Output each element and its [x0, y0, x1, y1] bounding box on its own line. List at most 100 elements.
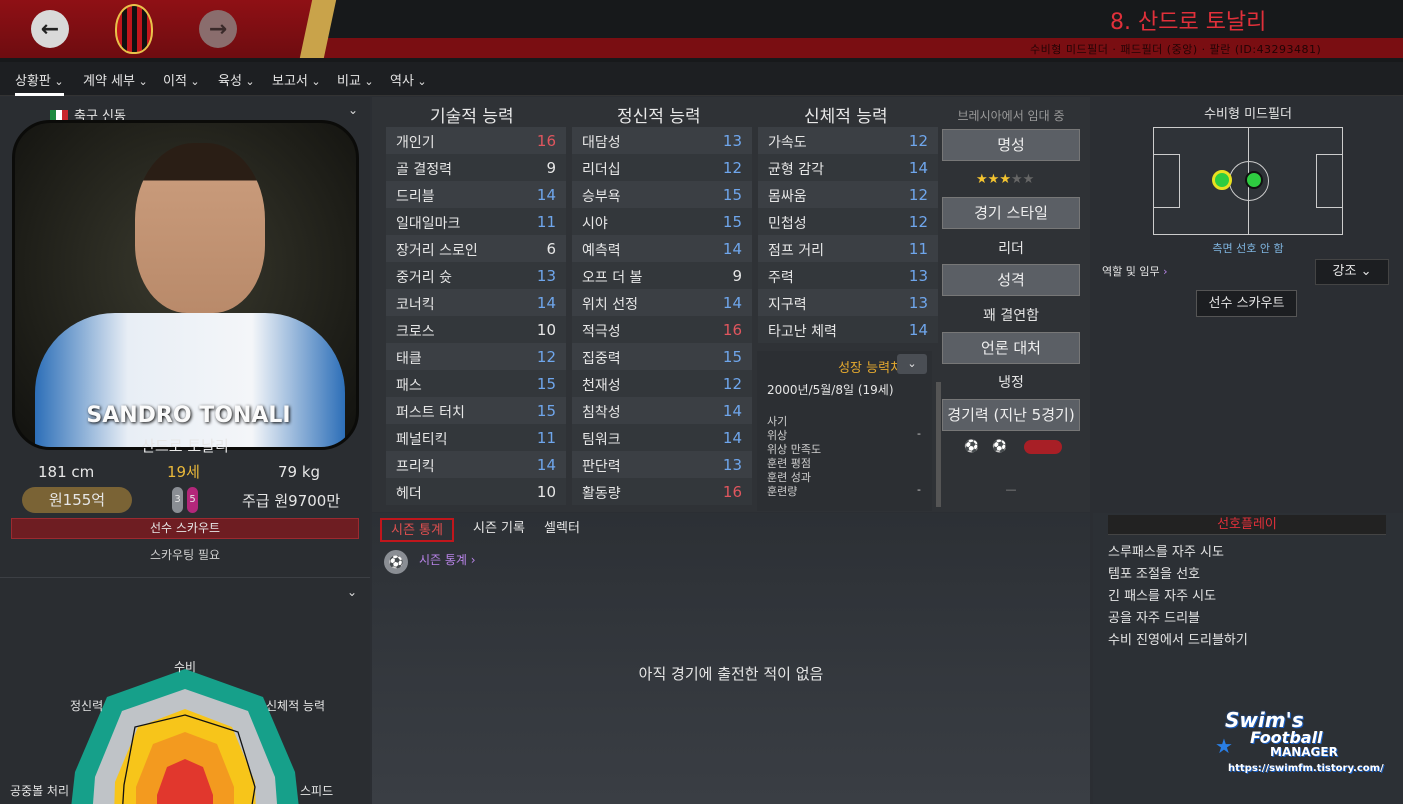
attribute-value: 15	[722, 186, 742, 204]
weight-value: 79 kg	[278, 463, 321, 481]
attribute-row[interactable]: 타고난 체력 14	[758, 316, 938, 343]
attribute-row[interactable]: 크로스 10	[386, 316, 566, 343]
attribute-row[interactable]: 승부욕 15	[572, 181, 752, 208]
star-icon: ★	[1010, 172, 1023, 187]
attribute-value: 12	[722, 375, 742, 393]
attribute-name: 주력	[768, 270, 794, 286]
attribute-row[interactable]: 점프 거리 11	[758, 235, 938, 262]
menu-item-reports[interactable]: 보고서	[272, 70, 321, 89]
attribute-value: 15	[536, 375, 556, 393]
attribute-name: 개인기	[396, 135, 435, 151]
chevron-down-icon[interactable]: ⌄	[348, 103, 358, 117]
card-name: SANDRO TONALI	[86, 403, 291, 428]
attribute-name: 대담성	[582, 135, 621, 151]
attribute-row[interactable]: 태클 12	[386, 343, 566, 370]
form-button[interactable]: 경기력 (지난 5경기)	[942, 399, 1080, 431]
media-handling-value: 냉정	[998, 375, 1024, 391]
position-title: 수비형 미드필더	[1204, 107, 1292, 122]
personality-button[interactable]: 성격	[942, 264, 1080, 296]
attribute-row[interactable]: 코너킥 14	[386, 289, 566, 316]
reputation-button[interactable]: 명성	[942, 129, 1080, 161]
attribute-value: 16	[722, 321, 742, 339]
menu-bar: 상황판 계약 세부 이적 육성 보고서 비교 역사	[0, 62, 1403, 96]
menu-item-history[interactable]: 역사	[390, 70, 427, 89]
attribute-row[interactable]: 드리블 14	[386, 181, 566, 208]
attribute-row[interactable]: 패스 15	[386, 370, 566, 397]
scout-player-button[interactable]: 선수 스카우트	[1196, 290, 1297, 317]
attribute-name: 침착성	[582, 405, 621, 421]
preferred-move: 수비 진영에서 드리블하기	[1108, 633, 1248, 648]
back-button[interactable]: ←	[31, 10, 69, 48]
attribute-row[interactable]: 천재성 12	[572, 370, 752, 397]
emphasis-dropdown[interactable]: 강조 ⌄	[1315, 259, 1389, 285]
attribute-value: 13	[722, 132, 742, 150]
attribute-row[interactable]: 가속도 12	[758, 127, 938, 154]
attribute-row[interactable]: 페널티킥 11	[386, 424, 566, 451]
attribute-row[interactable]: 균형 감각 14	[758, 154, 938, 181]
attribute-value: 13	[536, 267, 556, 285]
attribute-row[interactable]: 개인기 16	[386, 127, 566, 154]
attribute-row[interactable]: 대담성 13	[572, 127, 752, 154]
attribute-row[interactable]: 예측력 14	[572, 235, 752, 262]
attribute-row[interactable]: 활동량 16	[572, 478, 752, 505]
age-value: 19세	[167, 463, 200, 481]
attribute-row[interactable]: 오프 더 볼 9	[572, 262, 752, 289]
attribute-row[interactable]: 일대일마크 11	[386, 208, 566, 235]
attribute-row[interactable]: 적극성 16	[572, 316, 752, 343]
physical-header: 신체적 능력	[804, 107, 888, 127]
attribute-name: 타고난 체력	[768, 324, 837, 340]
attribute-name: 지구력	[768, 297, 807, 313]
menu-item-overview[interactable]: 상황판	[15, 70, 64, 96]
attribute-value: 13	[722, 456, 742, 474]
role-duty-link[interactable]: 역할 및 임무 ›	[1102, 263, 1168, 279]
radar-label-defence: 수비	[174, 660, 197, 674]
tab-selector[interactable]: 셀렉터	[537, 518, 587, 542]
potential-pill: 5	[187, 487, 198, 513]
technical-header: 기술적 능력	[430, 107, 514, 127]
attribute-row[interactable]: 리더십 12	[572, 154, 752, 181]
attribute-row[interactable]: 헤더 10	[386, 478, 566, 505]
attribute-row[interactable]: 민첩성 12	[758, 208, 938, 235]
preferred-moves-title: 선호플레이	[1108, 515, 1386, 535]
chevron-right-icon: ›	[1159, 265, 1168, 278]
menu-item-transfer[interactable]: 이적	[163, 70, 200, 89]
attribute-value: 12	[908, 213, 928, 231]
season-stats-link[interactable]: 시즌 통계 ›	[419, 551, 476, 568]
media-handling-button[interactable]: 언론 대처	[942, 332, 1080, 364]
club-crest-icon	[115, 4, 153, 54]
menu-item-contract[interactable]: 계약 세부	[83, 70, 148, 89]
attribute-row[interactable]: 몸싸움 12	[758, 181, 938, 208]
attribute-row[interactable]: 팀워크 14	[572, 424, 752, 451]
loan-note: 브레시아에서 임대 중	[957, 109, 1065, 123]
forward-button[interactable]: →	[199, 10, 237, 48]
star-icon: ★	[987, 172, 1000, 187]
tab-season-stats[interactable]: 시즌 통계	[380, 518, 454, 542]
attribute-row[interactable]: 프리킥 14	[386, 451, 566, 478]
player-shirt-image	[35, 313, 345, 447]
attribute-row[interactable]: 침착성 14	[572, 397, 752, 424]
attribute-row[interactable]: 시야 15	[572, 208, 752, 235]
attribute-row[interactable]: 주력 13	[758, 262, 938, 289]
scout-bar[interactable]: 선수 스카우트	[11, 518, 359, 539]
play-style-button[interactable]: 경기 스타일	[942, 197, 1080, 229]
attribute-row[interactable]: 장거리 스로인 6	[386, 235, 566, 262]
tab-season-records[interactable]: 시즌 기록	[464, 518, 534, 542]
attribute-value: 14	[536, 294, 556, 312]
menu-item-development[interactable]: 육성	[218, 70, 255, 89]
form-indicator	[1024, 440, 1062, 454]
growth-dropdown-button[interactable]: ⌄	[897, 354, 927, 374]
attribute-row[interactable]: 판단력 13	[572, 451, 752, 478]
attribute-row[interactable]: 집중력 15	[572, 343, 752, 370]
emphasis-label: 강조	[1332, 264, 1357, 279]
attribute-row[interactable]: 지구력 13	[758, 289, 938, 316]
attribute-value: 6	[546, 240, 556, 258]
attribute-row[interactable]: 퍼스트 터치 15	[386, 397, 566, 424]
menu-item-compare[interactable]: 비교	[337, 70, 374, 89]
attribute-row[interactable]: 위치 선정 14	[572, 289, 752, 316]
attribute-row[interactable]: 골 결정력 9	[386, 154, 566, 181]
position-marker-secondary	[1245, 171, 1263, 189]
scout-note: 스카우팅 필요	[149, 548, 221, 562]
attribute-name: 민첩성	[768, 216, 807, 232]
growth-dash: -	[917, 427, 921, 440]
attribute-row[interactable]: 중거리 슛 13	[386, 262, 566, 289]
